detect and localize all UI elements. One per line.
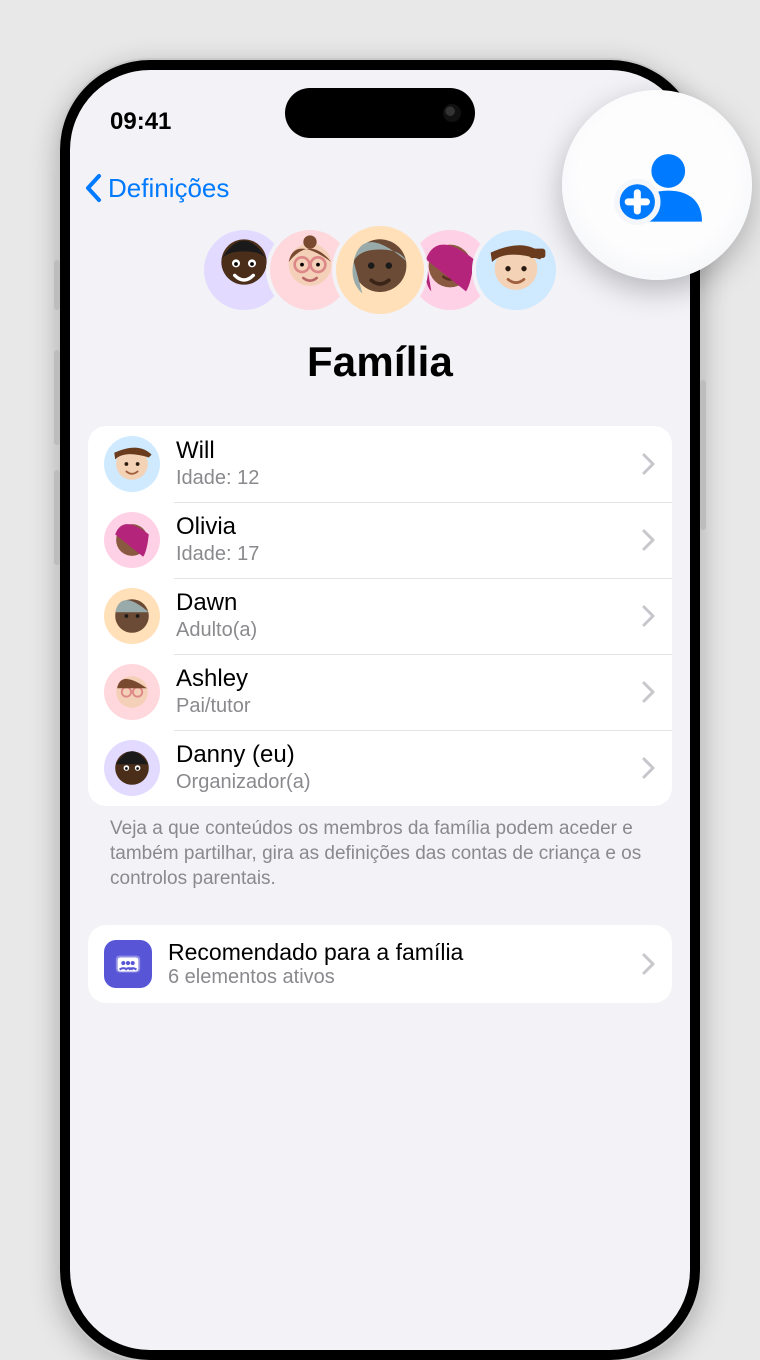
member-row[interactable]: Olivia Idade: 17 — [88, 502, 672, 578]
member-name: Dawn — [176, 589, 626, 618]
avatar — [472, 226, 560, 314]
family-members-card: Will Idade: 12 Olivia Idade: 17 — [88, 426, 672, 806]
member-row[interactable]: Danny (eu) Organizador(a) — [88, 730, 672, 806]
avatar — [104, 740, 160, 796]
member-sub: Adulto(a) — [176, 617, 626, 643]
member-row[interactable]: Will Idade: 12 — [88, 426, 672, 502]
recommended-card: Recomendado para a família 6 elementos a… — [88, 925, 672, 1003]
chevron-right-icon — [642, 953, 656, 975]
dynamic-island — [285, 88, 475, 138]
add-person-callout[interactable] — [562, 90, 752, 280]
back-button[interactable]: Definições — [82, 172, 229, 204]
chevron-left-icon — [82, 172, 106, 204]
section-footnote: Veja a que conteúdos os membros da famíl… — [88, 806, 672, 891]
member-name: Danny (eu) — [176, 741, 626, 770]
member-sub: Idade: 12 — [176, 465, 626, 491]
member-sub: Pai/tutor — [176, 693, 626, 719]
phone-side-button — [54, 470, 60, 565]
member-sub: Organizador(a) — [176, 769, 626, 795]
member-name: Ashley — [176, 665, 626, 694]
phone-side-button — [54, 350, 60, 445]
back-label: Definições — [108, 173, 229, 204]
phone-side-button — [54, 260, 60, 310]
member-row[interactable]: Dawn Adulto(a) — [88, 578, 672, 654]
chevron-right-icon — [642, 681, 656, 703]
recommended-icon — [104, 940, 152, 988]
screen: 09:41 Definições — [70, 70, 690, 1350]
member-row[interactable]: Ashley Pai/tutor — [88, 654, 672, 730]
chevron-right-icon — [642, 605, 656, 627]
member-sub: Idade: 17 — [176, 541, 626, 567]
chevron-right-icon — [642, 757, 656, 779]
page-title: Família — [70, 338, 690, 386]
avatar — [104, 512, 160, 568]
recommended-sub: 6 elementos ativos — [168, 966, 626, 989]
phone-side-button — [700, 380, 706, 530]
recommended-row[interactable]: Recomendado para a família 6 elementos a… — [88, 925, 672, 1003]
add-person-icon — [612, 140, 702, 230]
chevron-right-icon — [642, 453, 656, 475]
avatar — [104, 436, 160, 492]
avatar — [104, 664, 160, 720]
chevron-right-icon — [642, 529, 656, 551]
recommended-title: Recomendado para a família — [168, 939, 626, 966]
member-name: Olivia — [176, 513, 626, 542]
status-time: 09:41 — [110, 108, 171, 136]
avatar — [104, 588, 160, 644]
member-name: Will — [176, 437, 626, 466]
avatar — [332, 222, 428, 318]
